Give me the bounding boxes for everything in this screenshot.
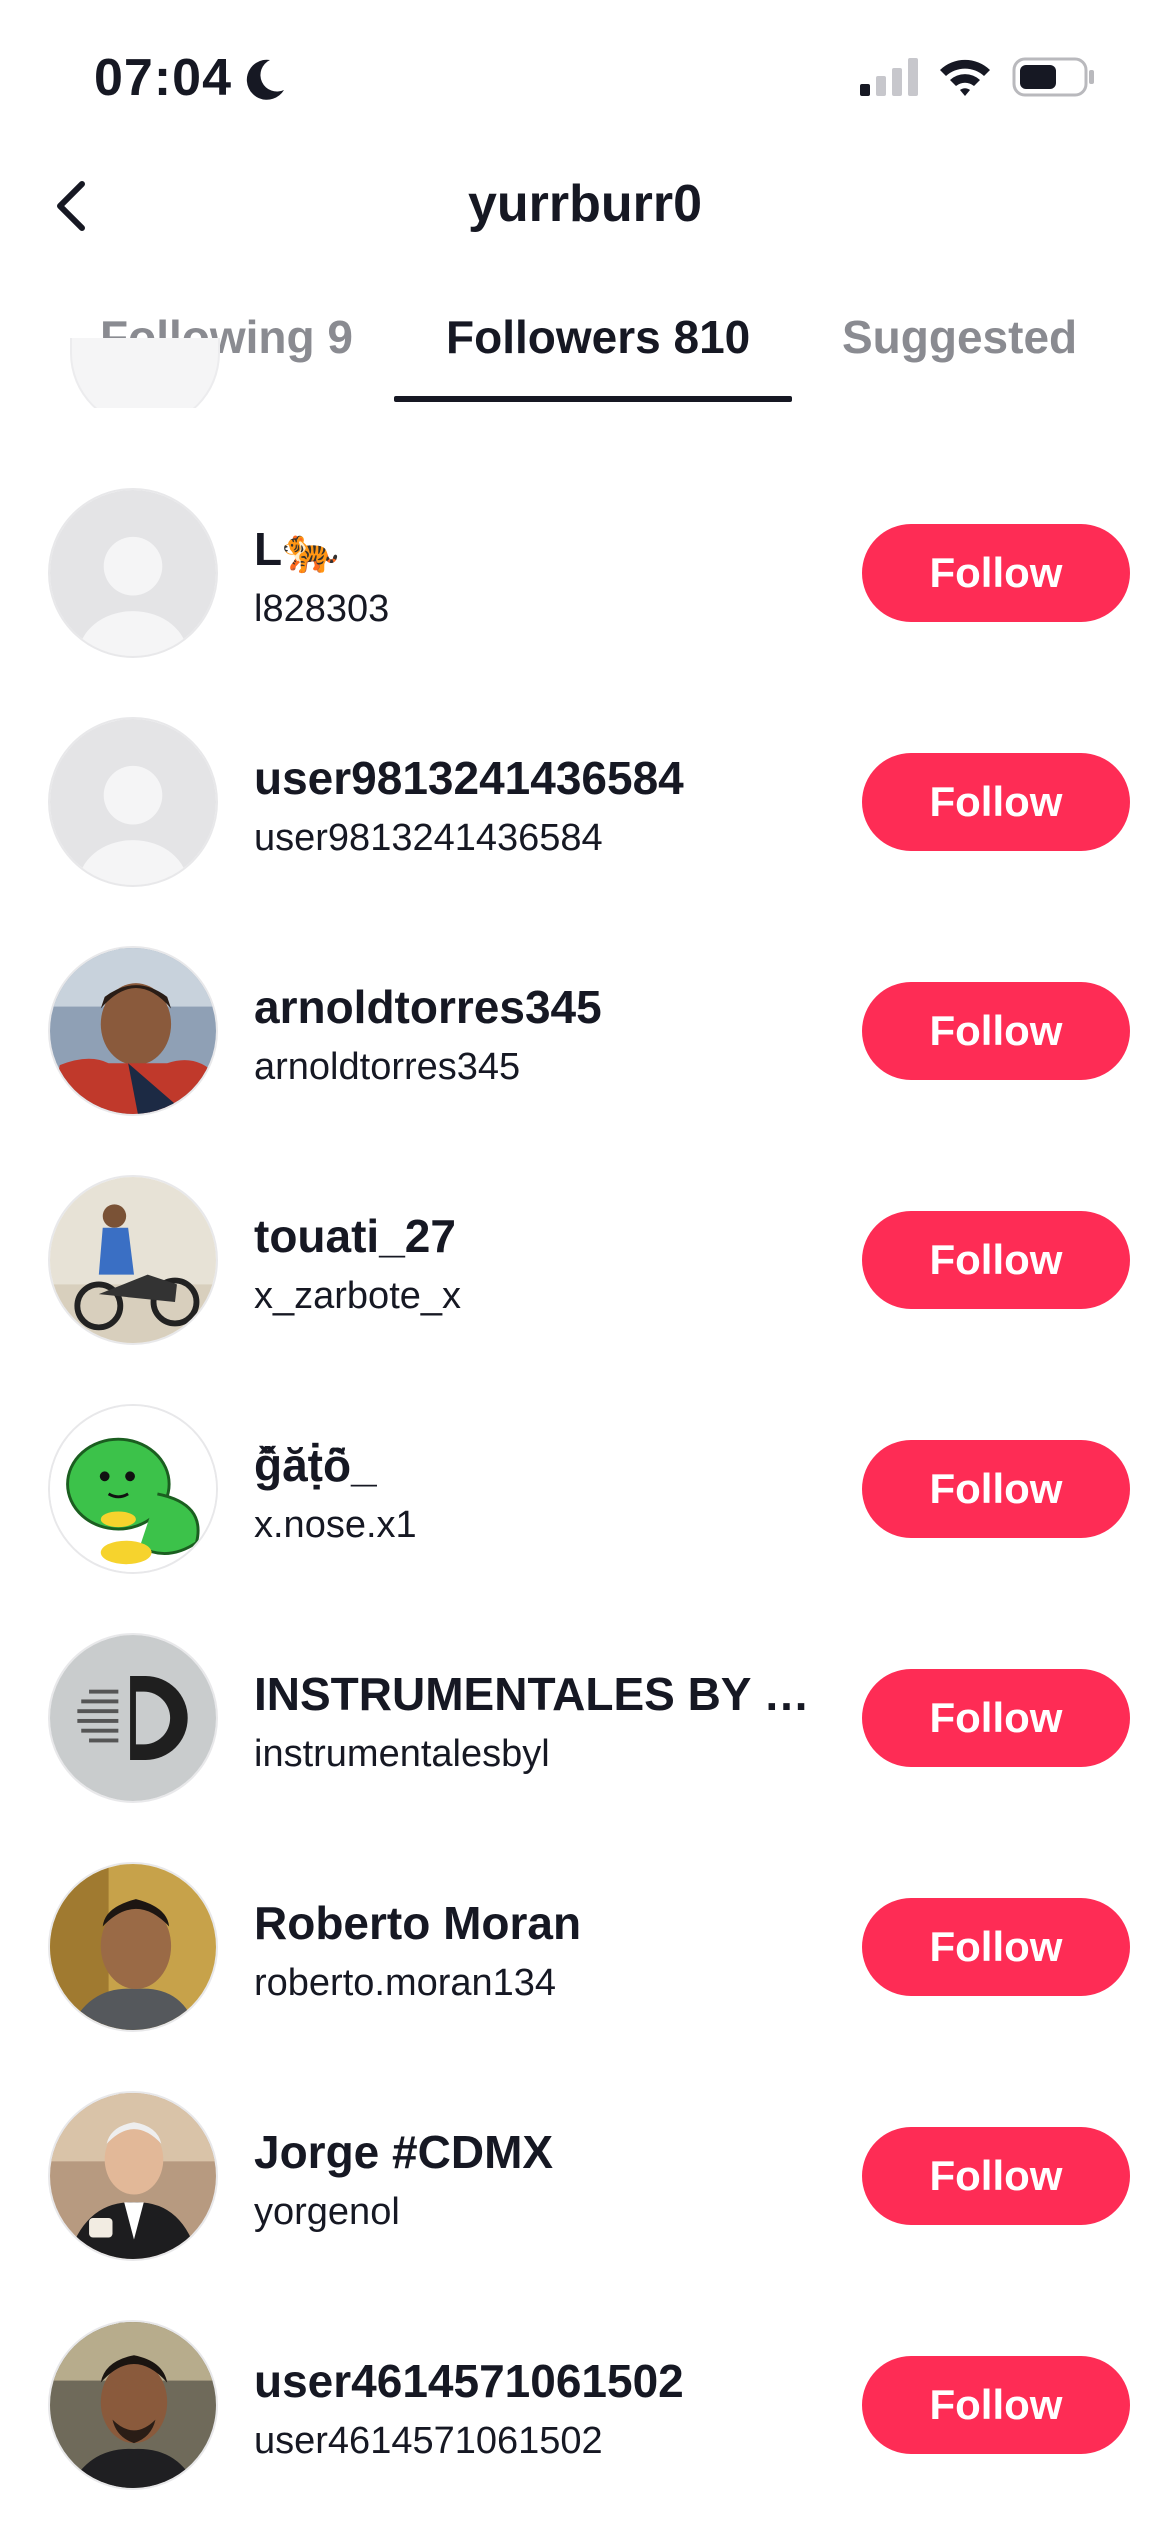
follow-button[interactable]: Follow: [862, 1211, 1130, 1309]
profile-photo: [50, 948, 216, 1114]
username: instrumentalesbyl: [254, 1733, 550, 1775]
avatar[interactable]: [48, 1404, 218, 1574]
profile-photo: [50, 2093, 216, 2259]
follow-button[interactable]: Follow: [862, 1898, 1130, 1996]
list-item[interactable]: Jorge #CDMX yorgenol Follow: [0, 2011, 1170, 2261]
list-item[interactable]: arnoldtorres345 arnoldtorres345 Follow: [0, 866, 1170, 1116]
header: yurrburr0: [0, 150, 1170, 260]
cartoon-avatar: [50, 1406, 216, 1572]
default-avatar-icon: [50, 719, 216, 885]
moon-icon: [246, 59, 284, 100]
follow-button[interactable]: Follow: [862, 982, 1130, 1080]
follow-button[interactable]: Follow: [862, 524, 1130, 622]
follow-button[interactable]: Follow: [862, 753, 1130, 851]
display-name: user4614571061502: [254, 2355, 684, 2407]
status-bar: 07:04: [0, 0, 1170, 150]
profile-photo: [50, 1177, 216, 1343]
avatar[interactable]: [48, 1633, 218, 1803]
username: arnoldtorres345: [254, 1046, 521, 1088]
avatar[interactable]: [48, 717, 218, 887]
display-name: ĝ̌ăṭ̇ȏ̃_: [254, 1439, 377, 1491]
wifi-icon: [940, 59, 990, 96]
tab-suggested[interactable]: Suggested: [842, 310, 1077, 364]
follow-button[interactable]: Follow: [862, 1669, 1130, 1767]
display-name: arnoldtorres345: [254, 981, 602, 1033]
list-item[interactable]: ĝ̌ăṭ̇ȏ̃_ x.nose.x1 Follow: [0, 1324, 1170, 1574]
username: x.nose.x1: [254, 1504, 417, 1546]
avatar[interactable]: [48, 2091, 218, 2261]
profile-photo: [50, 2322, 216, 2488]
follow-button[interactable]: Follow: [862, 2127, 1130, 2225]
display-name: Roberto Moran: [254, 1897, 582, 1949]
avatar[interactable]: [48, 488, 218, 658]
username: user9813241436584: [254, 817, 603, 859]
username: user4614571061502: [254, 2420, 603, 2462]
avatar[interactable]: [48, 946, 218, 1116]
active-tab-indicator: [394, 396, 792, 402]
avatar[interactable]: [48, 2320, 218, 2490]
display-name: touati_27: [254, 1210, 456, 1262]
username: yorgenol: [254, 2191, 400, 2233]
followers-screen: 07:04 yurrburr0 Following 9 Followers 81…: [0, 0, 1170, 2532]
follow-button[interactable]: Follow: [862, 1440, 1130, 1538]
followers-list: L🐅 l828303 Follow user9813241436584 user…: [0, 408, 1170, 2532]
list-item[interactable]: L🐅 l828303 Follow: [0, 408, 1170, 658]
list-item[interactable]: user9813241436584 user9813241436584 Foll…: [0, 637, 1170, 887]
username: roberto.moran134: [254, 1962, 557, 2004]
list-item[interactable]: touati_27 x_zarbote_x Follow: [0, 1095, 1170, 1345]
display-name: user9813241436584: [254, 752, 684, 804]
display-name: L🐅: [254, 523, 340, 575]
list-item[interactable]: user4614571061502 user4614571061502 Foll…: [0, 2240, 1170, 2490]
page-title: yurrburr0: [467, 175, 703, 233]
list-item[interactable]: Roberto Moran roberto.moran134 Follow: [0, 1782, 1170, 2032]
battery-icon: [1012, 57, 1094, 97]
status-time: 07:04: [94, 49, 232, 107]
logo-avatar: [50, 1635, 216, 1801]
avatar[interactable]: [48, 1175, 218, 1345]
tab-followers[interactable]: Followers 810: [446, 310, 750, 364]
display-name: INSTRUMENTALES BY LE...: [254, 1668, 814, 1720]
avatar[interactable]: [48, 1862, 218, 2032]
username: x_zarbote_x: [254, 1275, 462, 1317]
cellular-signal-icon: [860, 58, 918, 96]
list-item[interactable]: INSTRUMENTALES BY LE... instrumentalesby…: [0, 1553, 1170, 1803]
default-avatar-icon: [50, 490, 216, 656]
profile-photo: [50, 1864, 216, 2030]
display-name: Jorge #CDMX: [254, 2126, 554, 2178]
follow-button[interactable]: Follow: [862, 2356, 1130, 2454]
username: l828303: [254, 588, 390, 630]
